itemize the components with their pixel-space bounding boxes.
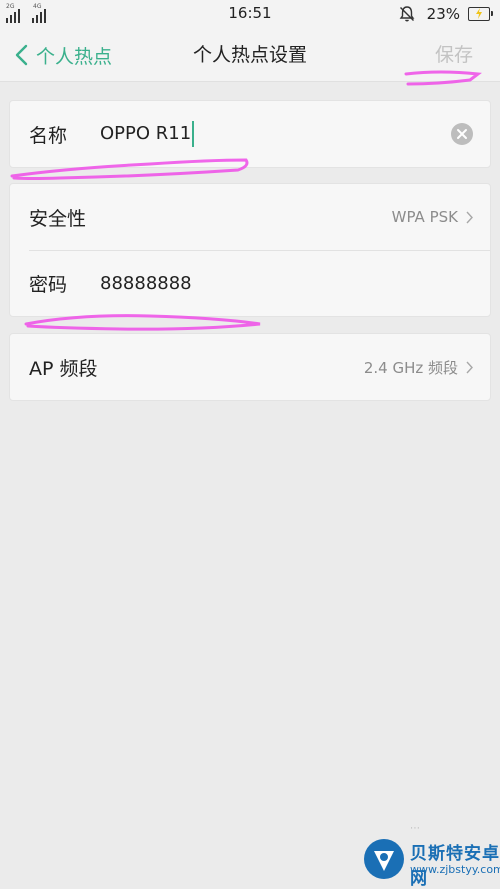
password-underline-mark bbox=[24, 314, 261, 331]
security-value: WPA PSK bbox=[391, 208, 458, 226]
name-card: 名称 OPPO R11 bbox=[9, 100, 491, 168]
name-label: 名称 bbox=[29, 124, 68, 147]
chevron-right-icon bbox=[466, 361, 473, 373]
ap-band-label: AP 频段 bbox=[29, 357, 98, 380]
password-field[interactable]: 密码 88888888 bbox=[10, 250, 490, 316]
hotspot-name-field[interactable]: 名称 OPPO R11 bbox=[10, 101, 490, 167]
clear-icon[interactable] bbox=[450, 122, 474, 146]
back-label: 个人热点 bbox=[36, 45, 113, 68]
password-input[interactable]: 88888888 bbox=[100, 273, 192, 294]
watermark-url: www.zjbstyy.com bbox=[410, 863, 500, 876]
ap-band-value-group: 2.4 GHz 频段 bbox=[364, 334, 474, 400]
mute-bell-icon bbox=[399, 6, 415, 22]
security-value-group: WPA PSK bbox=[392, 184, 474, 250]
status-right-group: 23% bbox=[380, 3, 493, 25]
security-label: 安全性 bbox=[29, 207, 87, 230]
watermark: ⋯ 贝斯特安卓网 www.zjbstyy.com bbox=[360, 823, 500, 889]
hotspot-name-value: OPPO R11 bbox=[100, 123, 192, 144]
watermark-logo-icon bbox=[364, 839, 404, 879]
ap-band-row[interactable]: AP 频段 2.4 GHz 频段 bbox=[10, 334, 490, 400]
back-button[interactable]: 个人热点 bbox=[14, 40, 112, 70]
watermark-dots: ⋯ bbox=[410, 823, 420, 834]
chevron-left-icon bbox=[15, 44, 28, 66]
charging-bolt-icon bbox=[476, 8, 482, 19]
password-label: 密码 bbox=[29, 273, 68, 296]
chevron-right-icon bbox=[466, 211, 473, 223]
security-card: 安全性 WPA PSK 密码 88888888 bbox=[9, 183, 491, 317]
hotspot-name-input[interactable]: OPPO R11 bbox=[100, 121, 195, 147]
battery-icon bbox=[468, 7, 493, 21]
band-card: AP 频段 2.4 GHz 频段 bbox=[9, 333, 491, 401]
status-bar: 2G 4G 16:51 23% bbox=[0, 0, 500, 28]
battery-percent: 23% bbox=[426, 5, 460, 23]
save-button[interactable]: 保存 bbox=[435, 40, 473, 67]
navigation-bar: 个人热点 个人热点设置 保存 bbox=[0, 28, 500, 82]
security-row[interactable]: 安全性 WPA PSK bbox=[10, 184, 490, 250]
text-cursor bbox=[192, 121, 195, 147]
ap-band-value: 2.4 GHz 频段 bbox=[363, 358, 458, 377]
